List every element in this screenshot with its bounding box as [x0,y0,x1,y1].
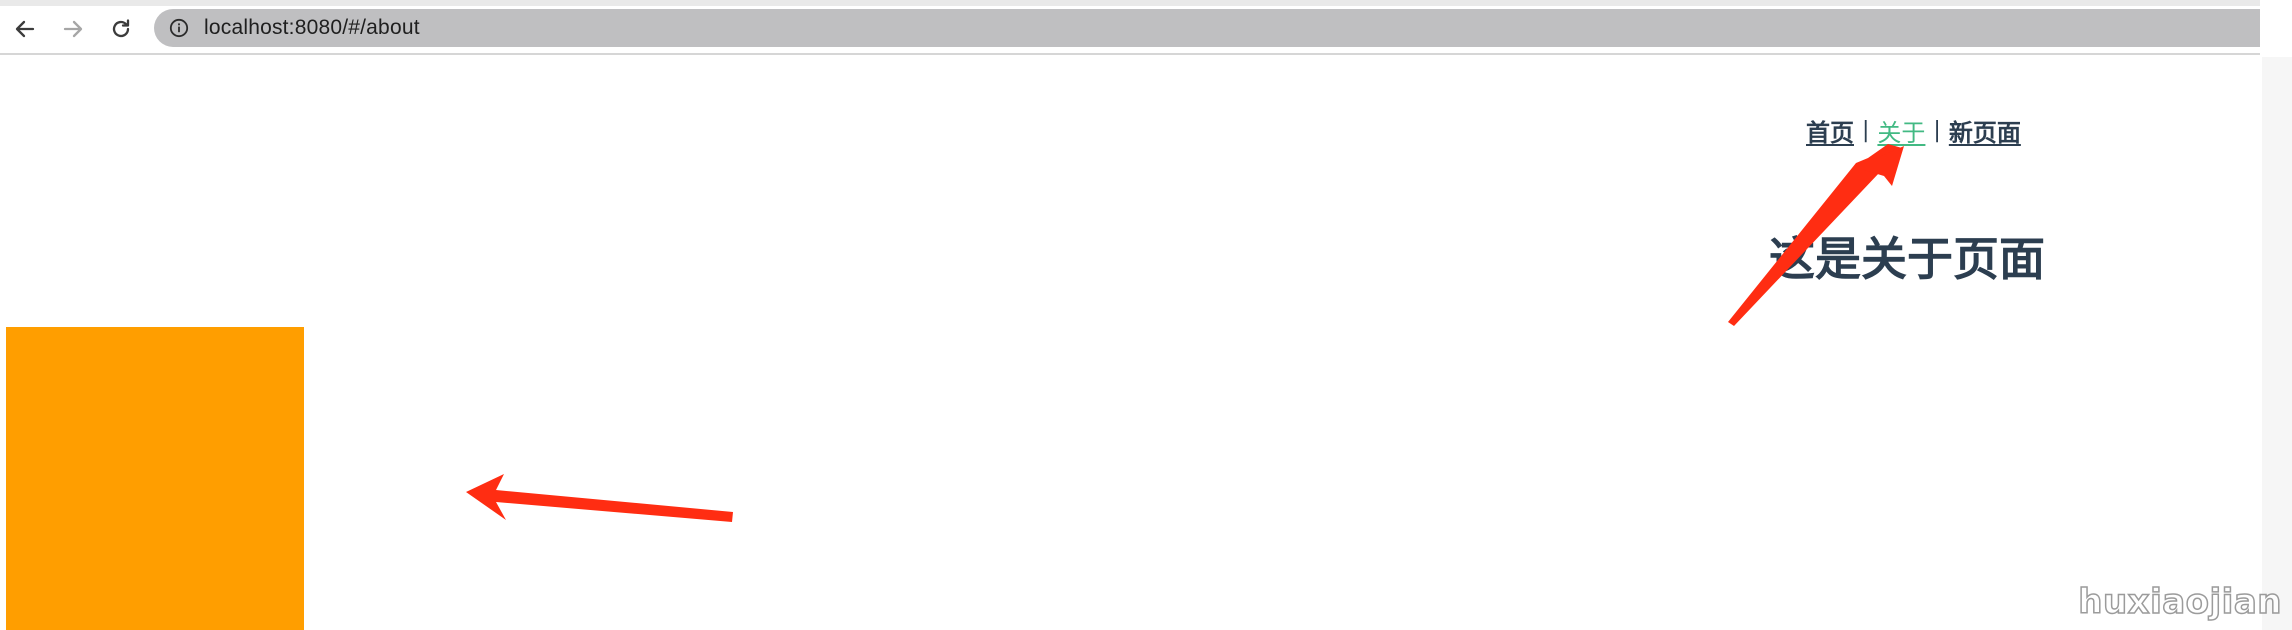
watermark: huxiaojian [2077,581,2282,623]
router-nav: 首页 | 关于 | 新页面 [1806,113,2021,148]
reload-button[interactable] [104,12,138,46]
nav-separator: | [1862,118,1870,143]
screenshot: localhost:8080/#/about 首页 | 关于 | 新页面 这是关… [0,0,2292,630]
browser-toolbar: localhost:8080/#/about [0,0,2260,55]
forward-button[interactable] [56,12,90,46]
info-icon[interactable] [168,17,190,39]
arrow-left-icon [15,20,35,38]
tab-strip-edge [0,0,2260,6]
back-button[interactable] [8,12,42,46]
nav-link-home[interactable]: 首页 [1806,113,1854,148]
reload-icon [112,19,130,38]
url-text[interactable]: localhost:8080/#/about [204,16,420,40]
orange-box [6,327,304,630]
nav-separator: | [1933,118,1941,143]
arrow-right-icon [63,20,83,38]
page-title: 这是关于页面 [1769,232,2045,286]
address-bar[interactable]: localhost:8080/#/about [154,9,2260,47]
nav-link-new-page[interactable]: 新页面 [1949,113,2021,148]
page-content: 首页 | 关于 | 新页面 这是关于页面 [0,57,2260,630]
scrollbar-gutter [2262,57,2292,630]
nav-link-about[interactable]: 关于 [1877,113,1925,148]
